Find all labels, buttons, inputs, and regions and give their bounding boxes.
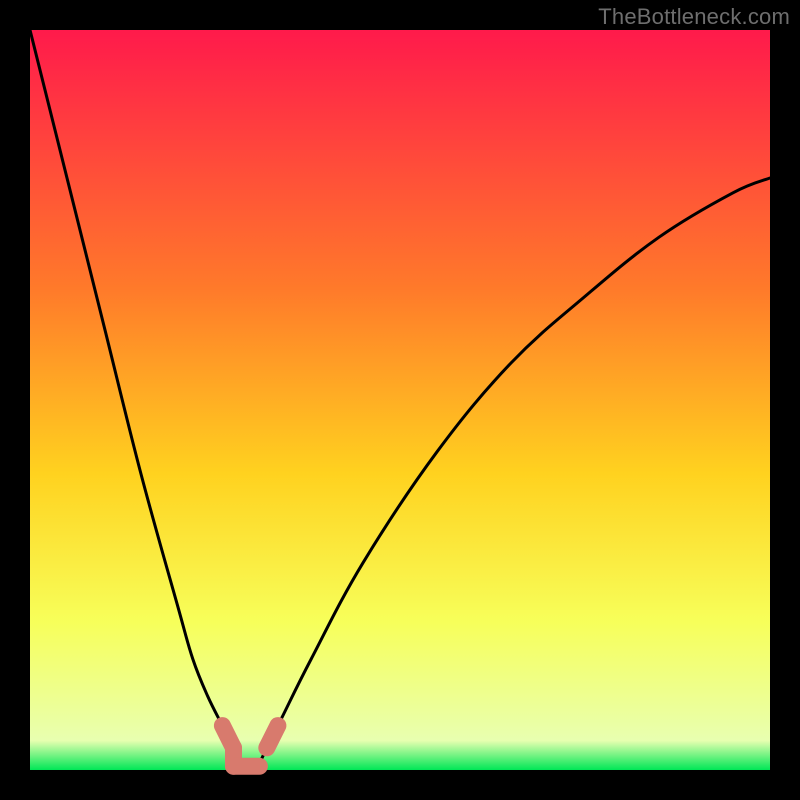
gradient-background (30, 30, 770, 770)
watermark-text: TheBottleneck.com (598, 4, 790, 30)
bottleneck-chart (0, 0, 800, 800)
chart-frame: TheBottleneck.com (0, 0, 800, 800)
highlight-segment-3 (267, 726, 278, 748)
